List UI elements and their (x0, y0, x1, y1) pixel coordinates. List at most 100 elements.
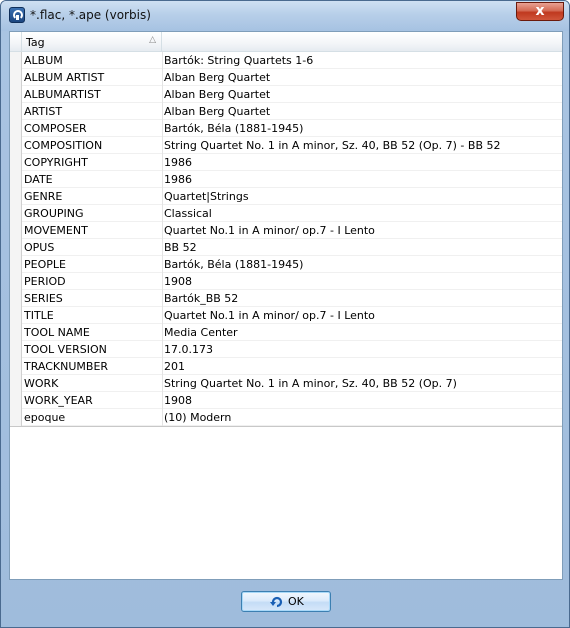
cell-tag[interactable]: PERIOD (24, 275, 160, 288)
column-header-value[interactable] (162, 32, 562, 52)
cell-tag[interactable]: ARTIST (24, 105, 160, 118)
cell-value[interactable]: Alban Berg Quartet (164, 71, 558, 84)
cell-tag[interactable]: ALBUMARTIST (24, 88, 160, 101)
table-row[interactable]: GENRE Quartet|Strings (10, 188, 562, 205)
tag-grid[interactable]: Tag △ ALBUM Bartók: String Quartets 1-6 AL… (9, 31, 563, 580)
row-indicator[interactable] (10, 324, 22, 341)
cell-value[interactable]: BB 52 (164, 241, 558, 254)
cell-value[interactable]: String Quartet No. 1 in A minor, Sz. 40,… (164, 139, 558, 152)
cell-tag[interactable]: epoque (24, 411, 160, 424)
cell-value[interactable]: Bartók, Béla (1881-1945) (164, 122, 558, 135)
cell-tag[interactable]: DATE (24, 173, 160, 186)
cell-tag[interactable]: SERIES (24, 292, 160, 305)
cell-value[interactable]: (10) Modern (164, 411, 558, 424)
column-divider (162, 324, 163, 341)
table-row[interactable]: ALBUM ARTIST Alban Berg Quartet (10, 69, 562, 86)
app-icon[interactable] (9, 7, 25, 23)
column-header-tag[interactable]: Tag △ (22, 32, 162, 52)
row-indicator[interactable] (10, 307, 22, 324)
table-row[interactable]: PEOPLE Bartók, Béla (1881-1945) (10, 256, 562, 273)
row-indicator[interactable] (10, 222, 22, 239)
cell-tag[interactable]: ALBUM (24, 54, 160, 67)
cell-value[interactable]: Alban Berg Quartet (164, 88, 558, 101)
table-row[interactable]: TOOL VERSION 17.0.173 (10, 341, 562, 358)
table-row[interactable]: TRACKNUMBER 201 (10, 358, 562, 375)
cell-tag[interactable]: COMPOSITION (24, 139, 160, 152)
table-row[interactable]: TITLE Quartet No.1 in A minor/ op.7 - I L… (10, 307, 562, 324)
cell-value[interactable]: 17.0.173 (164, 343, 558, 356)
row-indicator[interactable] (10, 69, 22, 86)
cell-tag[interactable]: ALBUM ARTIST (24, 71, 160, 84)
cell-tag[interactable]: TOOL VERSION (24, 343, 160, 356)
close-button[interactable]: x (516, 2, 564, 21)
cell-value[interactable]: 201 (164, 360, 558, 373)
cell-tag[interactable]: COMPOSER (24, 122, 160, 135)
table-row[interactable]: WORK String Quartet No. 1 in A minor, Sz.… (10, 375, 562, 392)
table-row[interactable]: COMPOSITION String Quartet No. 1 in A min… (10, 137, 562, 154)
row-indicator[interactable] (10, 188, 22, 205)
cell-tag[interactable]: OPUS (24, 241, 160, 254)
cell-value[interactable]: 1986 (164, 173, 558, 186)
row-indicator[interactable] (10, 409, 22, 426)
cell-tag[interactable]: TRACKNUMBER (24, 360, 160, 373)
row-indicator[interactable] (10, 392, 22, 409)
cell-tag[interactable]: GROUPING (24, 207, 160, 220)
row-indicator[interactable] (10, 120, 22, 137)
row-indicator[interactable] (10, 239, 22, 256)
table-row[interactable]: OPUS BB 52 (10, 239, 562, 256)
ok-button[interactable]: OK (241, 591, 331, 612)
row-indicator[interactable] (10, 52, 22, 69)
cell-tag[interactable]: COPYRIGHT (24, 156, 160, 169)
row-indicator[interactable] (10, 358, 22, 375)
cell-tag[interactable]: PEOPLE (24, 258, 160, 271)
row-indicator[interactable] (10, 154, 22, 171)
table-row[interactable]: MOVEMENT Quartet No.1 in A minor/ op.7 - … (10, 222, 562, 239)
cell-value[interactable]: Quartet No.1 in A minor/ op.7 - I Lento (164, 224, 558, 237)
cell-tag[interactable]: GENRE (24, 190, 160, 203)
column-divider (162, 307, 163, 324)
cell-value[interactable]: Classical (164, 207, 558, 220)
column-divider (162, 256, 163, 273)
table-row[interactable]: ALBUMARTIST Alban Berg Quartet (10, 86, 562, 103)
table-row[interactable]: WORK_YEAR 1908 (10, 392, 562, 409)
cell-value[interactable]: Bartók, Béla (1881-1945) (164, 258, 558, 271)
row-indicator[interactable] (10, 375, 22, 392)
table-row[interactable]: GROUPING Classical (10, 205, 562, 222)
table-row[interactable]: ALBUM Bartók: String Quartets 1-6 (10, 52, 562, 69)
title-bar[interactable]: *.flac, *.ape (vorbis) x (1, 1, 569, 31)
cell-value[interactable]: Alban Berg Quartet (164, 105, 558, 118)
table-row[interactable]: DATE 1986 (10, 171, 562, 188)
cell-value[interactable]: 1986 (164, 156, 558, 169)
table-row[interactable]: TOOL NAME Media Center (10, 324, 562, 341)
cell-value[interactable]: Bartók: String Quartets 1-6 (164, 54, 558, 67)
cell-value[interactable]: Media Center (164, 326, 558, 339)
column-divider (162, 171, 163, 188)
table-row[interactable]: COMPOSER Bartók, Béla (1881-1945) (10, 120, 562, 137)
cell-value[interactable]: String Quartet No. 1 in A minor, Sz. 40,… (164, 377, 558, 390)
table-row[interactable]: COPYRIGHT 1986 (10, 154, 562, 171)
row-indicator[interactable] (10, 341, 22, 358)
table-row[interactable]: PERIOD 1908 (10, 273, 562, 290)
cell-tag[interactable]: MOVEMENT (24, 224, 160, 237)
table-row[interactable]: ARTIST Alban Berg Quartet (10, 103, 562, 120)
cell-value[interactable]: Quartet No.1 in A minor/ op.7 - I Lento (164, 309, 558, 322)
row-indicator[interactable] (10, 103, 22, 120)
cell-value[interactable]: Bartók_BB 52 (164, 292, 558, 305)
cell-tag[interactable]: TITLE (24, 309, 160, 322)
row-indicator[interactable] (10, 290, 22, 307)
cell-value[interactable]: Quartet|Strings (164, 190, 558, 203)
cell-tag[interactable]: WORK (24, 377, 160, 390)
column-divider (162, 154, 163, 171)
table-row[interactable]: epoque (10) Modern (10, 409, 562, 426)
row-indicator[interactable] (10, 273, 22, 290)
cell-value[interactable]: 1908 (164, 394, 558, 407)
table-row[interactable]: SERIES Bartók_BB 52 (10, 290, 562, 307)
row-indicator[interactable] (10, 86, 22, 103)
cell-tag[interactable]: WORK_YEAR (24, 394, 160, 407)
row-indicator[interactable] (10, 205, 22, 222)
row-indicator[interactable] (10, 256, 22, 273)
row-indicator[interactable] (10, 171, 22, 188)
row-indicator[interactable] (10, 137, 22, 154)
cell-tag[interactable]: TOOL NAME (24, 326, 160, 339)
cell-value[interactable]: 1908 (164, 275, 558, 288)
